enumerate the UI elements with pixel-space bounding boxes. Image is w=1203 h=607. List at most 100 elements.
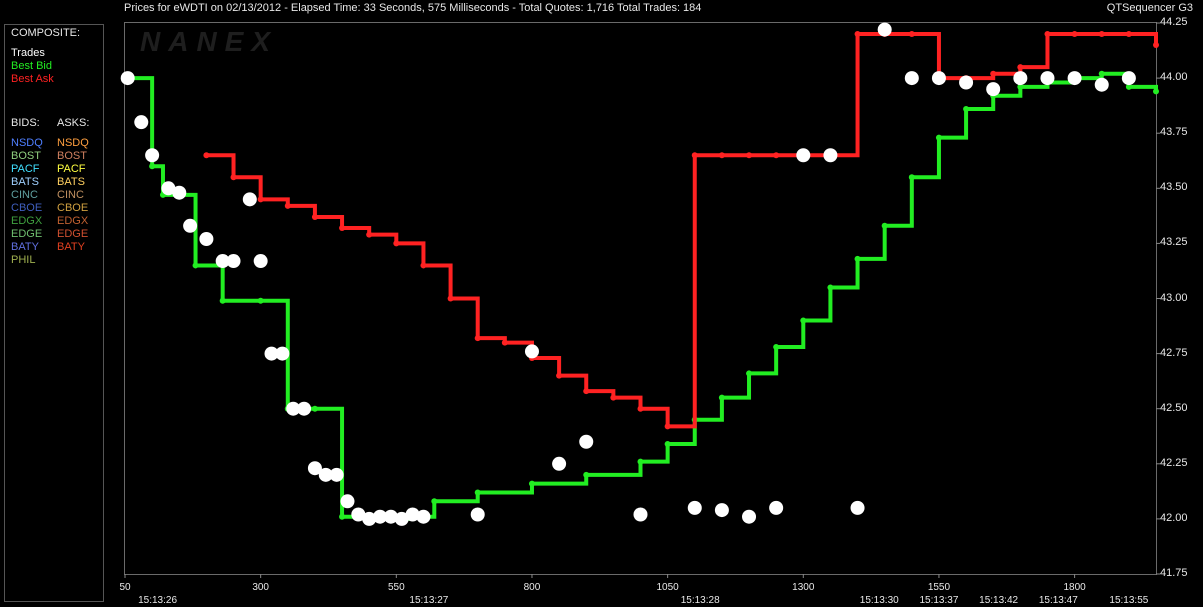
trade-point xyxy=(226,254,241,269)
trade-point xyxy=(823,148,838,163)
best-ask-point xyxy=(393,240,400,247)
trade-point xyxy=(172,185,187,200)
time-tick-label: 15:13:37 xyxy=(919,595,959,606)
time-tick-label: 15:13:47 xyxy=(1038,595,1078,606)
trade-point xyxy=(275,346,290,361)
trade-point xyxy=(552,456,567,471)
best-bid-point xyxy=(149,163,156,170)
trade-point xyxy=(1094,77,1109,92)
best-ask-point xyxy=(583,388,590,395)
trade-point xyxy=(850,500,865,515)
trade-point xyxy=(183,218,198,233)
best-bid-point xyxy=(963,105,970,112)
best-bid-line xyxy=(125,71,1158,521)
best-bid-point xyxy=(474,489,481,496)
time-tick-label: 15:13:42 xyxy=(979,595,1019,606)
trade-point xyxy=(1067,71,1082,86)
trade-point xyxy=(769,500,784,515)
best-ask-point xyxy=(773,152,780,159)
y-tick-label: 42.00 xyxy=(1160,511,1188,524)
y-tick-label: 44.00 xyxy=(1160,71,1188,84)
best-ask-point xyxy=(284,202,291,209)
trade-point xyxy=(297,401,312,416)
best-ask-point xyxy=(854,31,861,38)
best-ask-point xyxy=(501,339,508,346)
trade-point xyxy=(329,467,344,482)
best-ask-point xyxy=(311,213,318,220)
best-ask-point xyxy=(664,423,671,430)
y-tick-label: 42.50 xyxy=(1160,401,1188,414)
trade-point xyxy=(687,500,702,515)
trade-point xyxy=(633,507,648,522)
best-bid-point xyxy=(192,262,199,269)
y-tick-label: 41.75 xyxy=(1160,567,1188,579)
best-bid-point xyxy=(935,134,942,141)
x-tick-label: 1800 xyxy=(1063,582,1086,593)
best-bid-point xyxy=(718,394,725,401)
trade-point xyxy=(714,503,729,518)
best-ask-point xyxy=(447,295,454,302)
best-bid-point xyxy=(431,498,438,505)
best-ask-point xyxy=(1098,31,1105,38)
trade-point xyxy=(524,344,539,359)
y-tick-label: 42.25 xyxy=(1160,456,1188,469)
best-ask-point xyxy=(908,31,915,38)
best-ask-point xyxy=(1017,64,1024,71)
y-tick-label: 43.00 xyxy=(1160,291,1188,304)
trade-point xyxy=(796,148,811,163)
trade-point xyxy=(470,507,485,522)
best-bid-point xyxy=(583,471,590,478)
best-bid-point xyxy=(1098,70,1105,77)
best-bid-point xyxy=(257,297,264,304)
best-bid-point xyxy=(827,284,834,291)
best-bid-point xyxy=(881,222,888,229)
best-ask-point xyxy=(203,152,210,159)
best-ask-point xyxy=(230,174,237,181)
best-bid-point xyxy=(800,317,807,324)
best-ask-point xyxy=(990,70,997,77)
best-ask-point xyxy=(474,335,481,342)
best-ask-point xyxy=(1044,31,1051,38)
best-bid-point xyxy=(339,513,346,520)
time-tick-label: 15:13:27 xyxy=(409,595,449,606)
trade-point xyxy=(134,115,149,130)
best-ask-point xyxy=(1125,31,1132,38)
best-ask-line xyxy=(206,32,1158,429)
x-tick-label: 800 xyxy=(523,582,541,593)
y-tick-label: 42.75 xyxy=(1160,346,1188,359)
best-bid-point xyxy=(746,370,753,377)
best-bid-point xyxy=(637,458,644,465)
best-bid-point xyxy=(219,297,226,304)
best-ask-point xyxy=(610,394,617,401)
trade-point xyxy=(1013,71,1028,86)
trade-point xyxy=(1040,71,1055,86)
y-tick-label: 43.50 xyxy=(1160,181,1188,194)
time-tick-label: 15:13:28 xyxy=(680,595,720,606)
trade-point xyxy=(1121,71,1136,86)
best-ask-point xyxy=(257,196,264,203)
x-tick-label: 550 xyxy=(387,582,405,593)
best-ask-point xyxy=(691,152,698,159)
trade-point xyxy=(931,71,946,86)
time-tick-label: 15:13:30 xyxy=(859,595,899,606)
chart-window: Prices for eWDTI on 02/13/2012 - Elapsed… xyxy=(0,0,1203,607)
trade-point xyxy=(242,192,257,207)
best-ask-point xyxy=(366,231,373,238)
trade-point xyxy=(579,434,594,449)
best-bid-point xyxy=(854,255,861,262)
trade-point xyxy=(986,82,1001,97)
best-ask-point xyxy=(420,262,427,269)
x-tick-label: 1300 xyxy=(792,582,815,593)
trade-point xyxy=(416,509,431,524)
trade-point xyxy=(340,494,355,509)
trade-point xyxy=(145,148,160,163)
trade-point xyxy=(199,231,214,246)
best-ask-point xyxy=(637,405,644,412)
x-tick-label: 50 xyxy=(119,582,131,593)
best-bid-point xyxy=(664,440,671,447)
x-tick-label: 300 xyxy=(252,582,269,593)
trade-point xyxy=(959,75,974,90)
x-tick-label: 1050 xyxy=(656,582,679,593)
best-ask-point xyxy=(718,152,725,159)
best-ask-point xyxy=(339,224,346,231)
